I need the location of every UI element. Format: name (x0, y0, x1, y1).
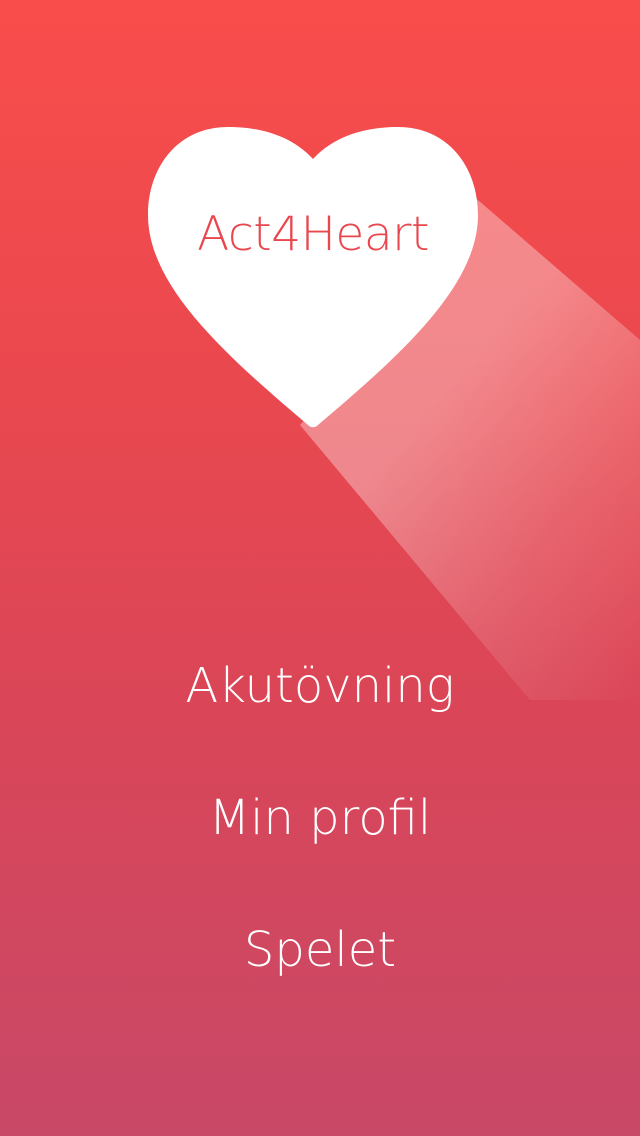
main-menu: Akutövning Min profil Spelet (0, 648, 640, 1044)
menu-item-min-profil[interactable]: Min profil (0, 780, 640, 912)
menu-item-akutovning[interactable]: Akutövning (0, 648, 640, 780)
app-title: Act4Heart (197, 207, 429, 262)
menu-item-spelet[interactable]: Spelet (0, 912, 640, 1044)
app-logo: Act4Heart (148, 127, 478, 429)
heart-icon (148, 127, 478, 428)
